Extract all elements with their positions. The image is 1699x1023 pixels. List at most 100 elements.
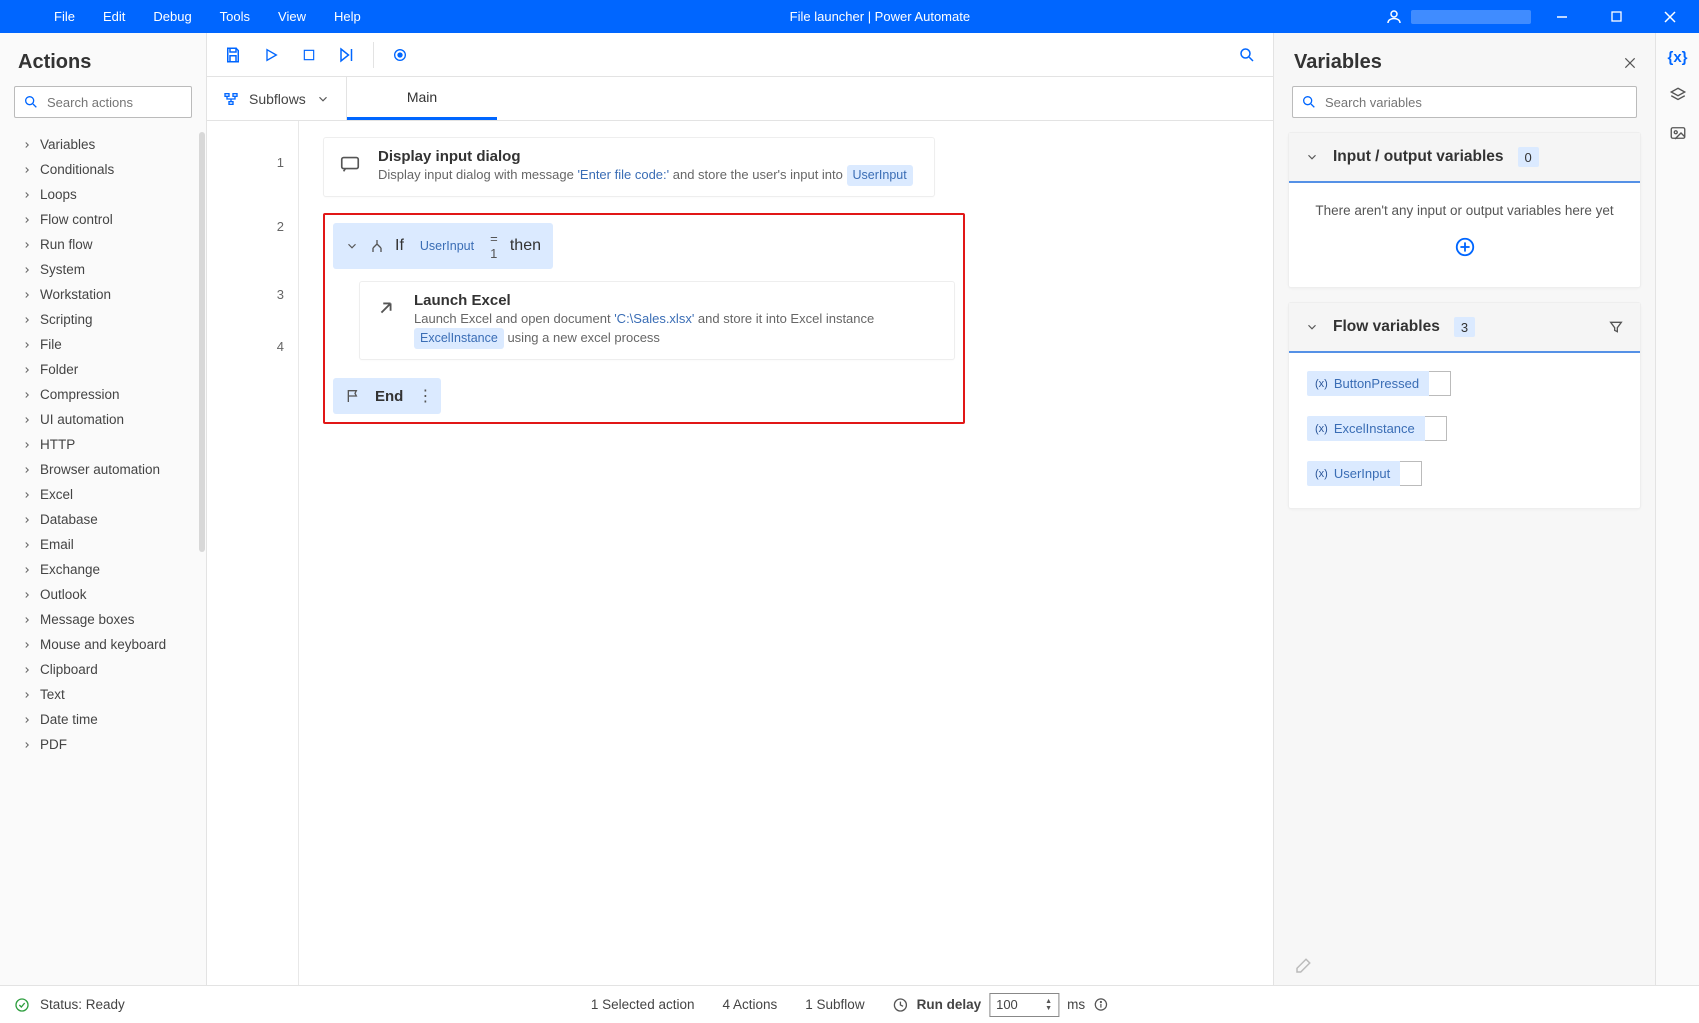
chevron-right-icon xyxy=(22,390,32,400)
action-group[interactable]: Folder xyxy=(0,357,206,382)
selected-count: 1 Selected action xyxy=(591,997,695,1012)
chevron-right-icon xyxy=(22,690,32,700)
action-group[interactable]: Scripting xyxy=(0,307,206,332)
step-button[interactable] xyxy=(331,39,363,71)
scrollbar[interactable] xyxy=(199,132,205,552)
flow-variables-header[interactable]: Flow variables 3 xyxy=(1289,303,1640,353)
action-group[interactable]: PDF xyxy=(0,732,206,757)
info-icon[interactable] xyxy=(1093,997,1108,1012)
io-variables-header[interactable]: Input / output variables 0 xyxy=(1289,133,1640,183)
line-number: 1 xyxy=(207,141,298,205)
eraser-icon[interactable] xyxy=(1274,947,1655,985)
actions-search-input[interactable] xyxy=(47,95,223,110)
variables-rail-icon[interactable]: {x} xyxy=(1667,49,1687,66)
action-group[interactable]: Text xyxy=(0,682,206,707)
action-group[interactable]: File xyxy=(0,332,206,357)
toolbar-search-button[interactable] xyxy=(1231,39,1263,71)
chevron-right-icon xyxy=(22,615,32,625)
actions-list[interactable]: VariablesConditionalsLoopsFlow controlRu… xyxy=(0,128,206,985)
menu-view[interactable]: View xyxy=(264,0,320,33)
user-name-placeholder xyxy=(1411,10,1531,24)
run-button[interactable] xyxy=(255,39,287,71)
flag-icon xyxy=(345,388,361,404)
chevron-right-icon xyxy=(22,440,32,450)
if-block-selection: If UserInput = 1 then Launch Excel Launc… xyxy=(323,213,965,424)
flow-variable-row[interactable]: (x)UserInput xyxy=(1289,451,1640,496)
line-number: 2 xyxy=(207,205,298,261)
action-group[interactable]: Conditionals xyxy=(0,157,206,182)
menu-debug[interactable]: Debug xyxy=(139,0,205,33)
flow-variable-row[interactable]: (x)ButtonPressed xyxy=(1289,361,1640,406)
chevron-right-icon xyxy=(22,265,32,275)
menu-tools[interactable]: Tools xyxy=(206,0,264,33)
io-variables-section: Input / output variables 0 There aren't … xyxy=(1288,132,1641,288)
close-button[interactable] xyxy=(1647,0,1693,33)
step-end[interactable]: End ⋮ xyxy=(333,378,441,414)
action-group[interactable]: Compression xyxy=(0,382,206,407)
action-group[interactable]: Loops xyxy=(0,182,206,207)
step-if[interactable]: If UserInput = 1 then xyxy=(333,223,553,269)
action-group[interactable]: Exchange xyxy=(0,557,206,582)
action-group[interactable]: Flow control xyxy=(0,207,206,232)
maximize-button[interactable] xyxy=(1593,0,1639,33)
filter-icon[interactable] xyxy=(1608,319,1624,335)
chevron-right-icon xyxy=(22,140,32,150)
launch-icon xyxy=(374,296,398,320)
chevron-down-icon xyxy=(1305,150,1319,164)
search-icon xyxy=(1301,94,1317,110)
record-button[interactable] xyxy=(384,39,416,71)
run-delay-input[interactable]: 100 ▲▼ xyxy=(989,993,1059,1017)
action-group[interactable]: HTTP xyxy=(0,432,206,457)
clock-icon xyxy=(893,997,909,1013)
stop-button[interactable] xyxy=(293,39,325,71)
action-group[interactable]: Excel xyxy=(0,482,206,507)
variable-chip: ExcelInstance xyxy=(414,328,504,349)
chevron-down-icon xyxy=(1305,320,1319,334)
layers-icon[interactable] xyxy=(1669,86,1687,104)
tab-main[interactable]: Main xyxy=(347,77,497,120)
chevron-down-icon xyxy=(316,92,330,106)
action-group[interactable]: Message boxes xyxy=(0,607,206,632)
variable-chip: UserInput xyxy=(414,238,480,254)
chevron-right-icon xyxy=(22,315,32,325)
action-group[interactable]: Variables xyxy=(0,132,206,157)
action-group[interactable]: Run flow xyxy=(0,232,206,257)
chevron-right-icon xyxy=(22,640,32,650)
action-group[interactable]: Outlook xyxy=(0,582,206,607)
chevron-right-icon xyxy=(22,490,32,500)
chevron-right-icon xyxy=(22,415,32,425)
action-group[interactable]: Mouse and keyboard xyxy=(0,632,206,657)
image-icon[interactable] xyxy=(1669,124,1687,142)
step-display-input-dialog[interactable]: Display input dialog Display input dialo… xyxy=(323,137,935,197)
subflow-count: 1 Subflow xyxy=(805,997,864,1012)
variables-search-input[interactable] xyxy=(1325,95,1628,110)
add-variable-button[interactable] xyxy=(1454,236,1476,258)
action-group[interactable]: Browser automation xyxy=(0,457,206,482)
spinner-buttons[interactable]: ▲▼ xyxy=(1045,998,1052,1012)
actions-search[interactable] xyxy=(14,86,192,118)
line-gutter: 1 2 3 4 xyxy=(207,121,299,985)
tool-rail: {x} xyxy=(1655,33,1699,985)
step-launch-excel[interactable]: Launch Excel Launch Excel and open docum… xyxy=(359,281,955,360)
action-group[interactable]: Email xyxy=(0,532,206,557)
action-group[interactable]: Database xyxy=(0,507,206,532)
variable-chip: UserInput xyxy=(847,165,913,186)
variables-search[interactable] xyxy=(1292,86,1637,118)
menu-help[interactable]: Help xyxy=(320,0,375,33)
action-group[interactable]: System xyxy=(0,257,206,282)
save-button[interactable] xyxy=(217,39,249,71)
more-icon[interactable]: ⋮ xyxy=(417,386,433,406)
action-group[interactable]: Clipboard xyxy=(0,657,206,682)
subflows-dropdown[interactable]: Subflows xyxy=(207,77,347,120)
action-group[interactable]: Date time xyxy=(0,707,206,732)
toolbar xyxy=(207,33,1273,77)
minimize-button[interactable] xyxy=(1539,0,1585,33)
chevron-right-icon xyxy=(22,590,32,600)
action-group[interactable]: Workstation xyxy=(0,282,206,307)
menu-file[interactable]: File xyxy=(40,0,89,33)
close-panel-button[interactable] xyxy=(1623,56,1637,70)
menu-edit[interactable]: Edit xyxy=(89,0,139,33)
flow-variable-row[interactable]: (x)ExcelInstance xyxy=(1289,406,1640,451)
action-group[interactable]: UI automation xyxy=(0,407,206,432)
status-text: Status: Ready xyxy=(40,997,125,1012)
